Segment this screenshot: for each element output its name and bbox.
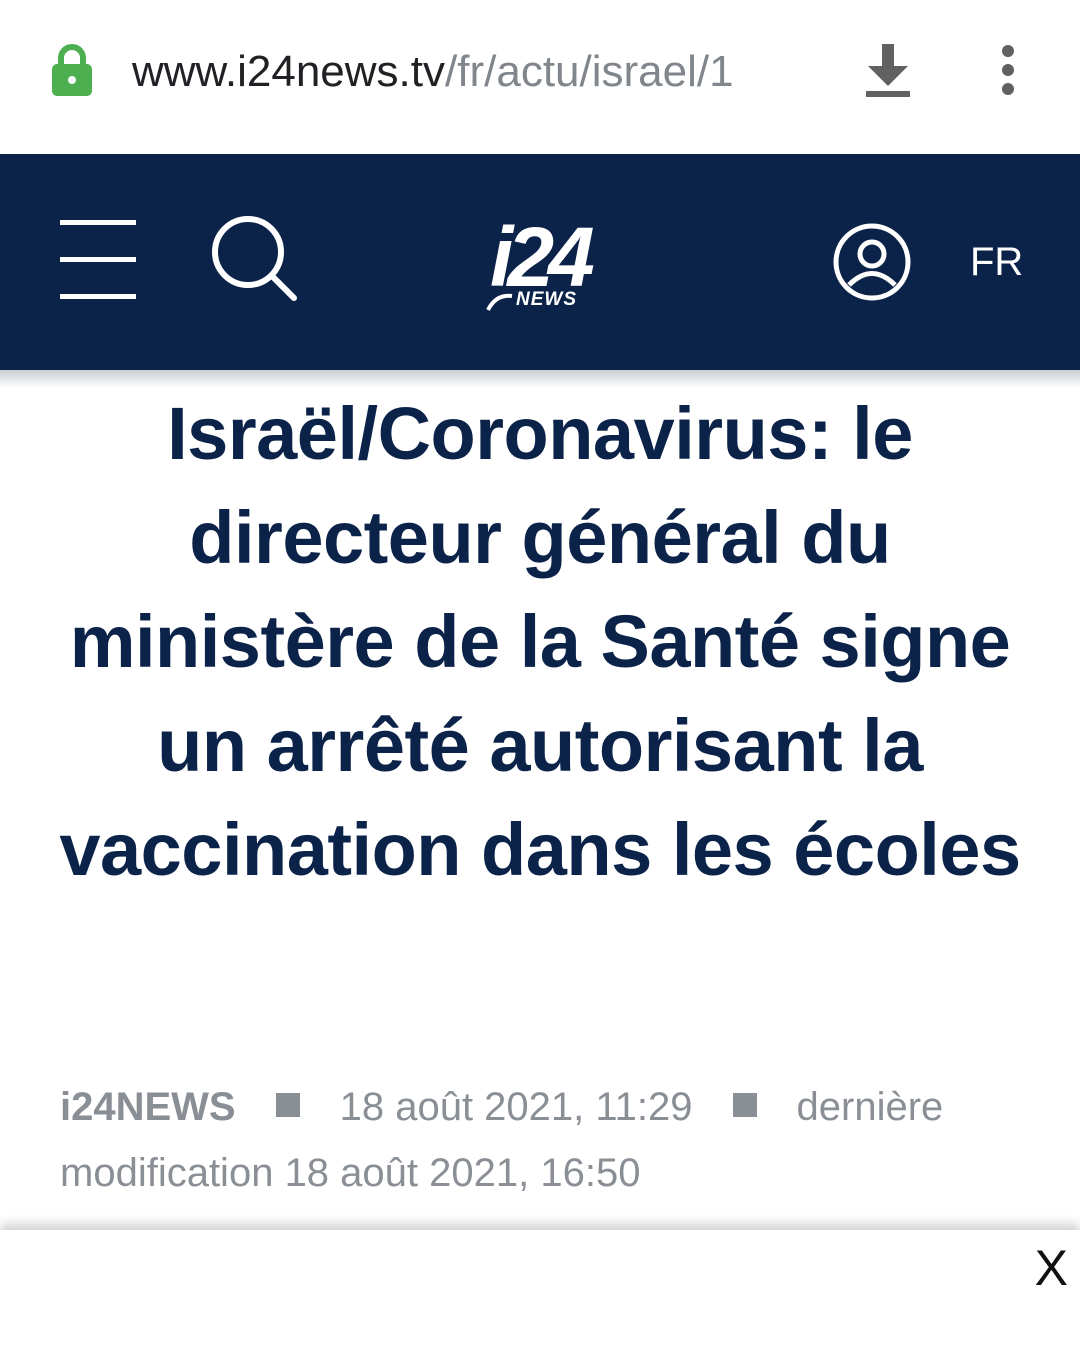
separator-square-icon: [732, 1093, 757, 1118]
site-header: i24 NEWS FR: [0, 154, 1080, 370]
updated-date: 18 août 2021, 16:50: [284, 1151, 641, 1195]
article-source[interactable]: i24NEWS: [60, 1085, 236, 1129]
i24news-logo[interactable]: i24 NEWS: [486, 210, 650, 314]
browser-address-bar: www.i24news.tv/fr/actu/israel/1: [0, 0, 1080, 154]
lock-icon: [52, 44, 92, 96]
svg-text:NEWS: NEWS: [516, 289, 577, 310]
bottom-banner: X: [0, 1230, 1080, 1350]
article-title: Israël/Coronavirus: le directeur général…: [59, 392, 1021, 891]
published-date: 18 août 2021, 11:29: [339, 1085, 693, 1129]
search-icon[interactable]: [210, 214, 302, 306]
language-selector[interactable]: FR: [970, 238, 1023, 286]
url-field[interactable]: www.i24news.tv/fr/actu/israel/1: [132, 44, 734, 100]
user-account-icon[interactable]: [832, 222, 912, 302]
more-options-icon[interactable]: [992, 42, 1024, 98]
article-meta: i24NEWS 18 août 2021, 11:29 dernière modif…: [60, 1074, 1020, 1206]
url-host: www.i24news.tv: [132, 47, 446, 96]
separator-square-icon: [275, 1093, 300, 1118]
close-banner-button[interactable]: X: [1035, 1238, 1068, 1298]
url-path: /fr/actu/israel/1: [445, 47, 734, 96]
menu-icon[interactable]: [60, 220, 136, 300]
download-icon[interactable]: [862, 42, 914, 98]
